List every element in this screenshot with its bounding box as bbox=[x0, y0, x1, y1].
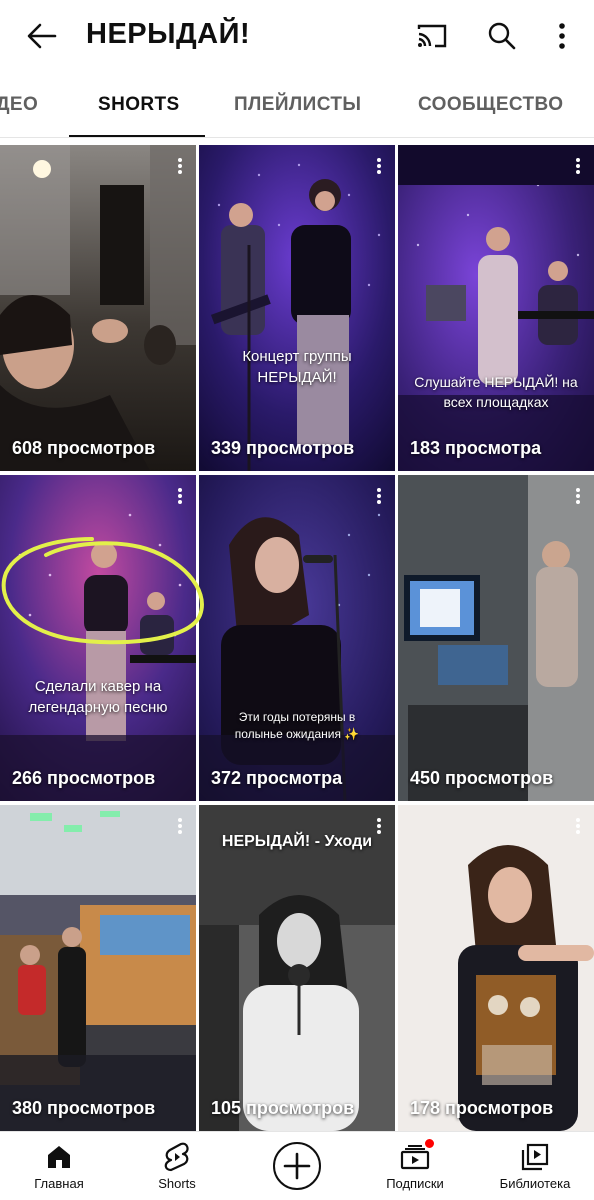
more-options-icon[interactable] bbox=[172, 815, 188, 837]
short-caption: НЕРЫДАЙ! - Уходи bbox=[221, 833, 373, 850]
nav-home-label: Главная bbox=[34, 1176, 84, 1191]
tab-community[interactable]: СООБЩЕСТВО bbox=[418, 94, 563, 116]
short-item[interactable]: Сделали кавер на легендарную песню 266 п… bbox=[0, 475, 196, 801]
arrow-left-icon bbox=[27, 23, 57, 49]
shorts-grid: 608 просмотров Концерт группы НЕРЫДАЙ! 3… bbox=[0, 145, 594, 1131]
more-options-icon[interactable] bbox=[371, 485, 387, 507]
short-thumbnail bbox=[199, 145, 395, 471]
short-item[interactable]: 608 просмотров bbox=[0, 145, 196, 471]
active-tab-indicator bbox=[69, 135, 205, 137]
short-caption: Слушайте НЕРЫДАЙ! на всех площадках bbox=[414, 374, 578, 410]
shorts-icon bbox=[164, 1142, 189, 1172]
short-caption: Эти годы потеряны в полынье ожидания ✨ bbox=[234, 710, 360, 741]
home-icon bbox=[48, 1146, 70, 1168]
more-vertical-icon bbox=[559, 23, 565, 49]
search-button[interactable] bbox=[482, 16, 522, 56]
view-count: 450 просмотров bbox=[410, 768, 554, 788]
nav-library[interactable]: Библиотека bbox=[476, 1132, 594, 1200]
notification-dot bbox=[424, 1138, 435, 1149]
short-thumbnail bbox=[398, 145, 594, 471]
short-item[interactable]: 178 просмотров bbox=[398, 805, 594, 1131]
view-count: 380 просмотров bbox=[12, 1098, 156, 1118]
short-item[interactable]: 450 просмотров bbox=[398, 475, 594, 801]
app-header: НЕРЫДАЙ! bbox=[0, 0, 594, 72]
short-item[interactable]: Слушайте НЕРЫДАЙ! на всех площадках 183 … bbox=[398, 145, 594, 471]
short-item[interactable]: Эти годы потеряны в полынье ожидания ✨ 3… bbox=[199, 475, 395, 801]
view-count: 178 просмотров bbox=[410, 1098, 554, 1118]
nav-home[interactable]: Главная bbox=[0, 1132, 118, 1200]
view-count: 608 просмотров bbox=[12, 438, 156, 458]
more-button[interactable] bbox=[544, 16, 580, 56]
short-thumbnail bbox=[199, 805, 395, 1131]
view-count: 266 просмотров bbox=[12, 768, 156, 788]
short-item[interactable]: 380 просмотров bbox=[0, 805, 196, 1131]
tab-shorts[interactable]: SHORTS bbox=[98, 94, 180, 116]
nav-shorts[interactable]: Shorts bbox=[118, 1132, 236, 1200]
view-count: 339 просмотров bbox=[211, 438, 355, 458]
tab-playlists[interactable]: ПЛЕЙЛИСТЫ bbox=[234, 94, 361, 116]
view-count: 105 просмотров bbox=[211, 1098, 355, 1118]
more-options-icon[interactable] bbox=[570, 485, 586, 507]
more-options-icon[interactable] bbox=[371, 155, 387, 177]
short-item[interactable]: НЕРЫДАЙ! - Уходи 105 просмотров bbox=[199, 805, 395, 1131]
short-item[interactable]: Концерт группы НЕРЫДАЙ! 339 просмотров bbox=[199, 145, 395, 471]
library-icon bbox=[521, 1143, 549, 1171]
cast-button[interactable] bbox=[412, 16, 452, 56]
short-thumbnail bbox=[0, 805, 196, 1131]
short-thumbnail bbox=[398, 475, 594, 801]
nav-shorts-label: Shorts bbox=[158, 1176, 196, 1191]
short-thumbnail bbox=[0, 475, 196, 801]
more-options-icon[interactable] bbox=[570, 155, 586, 177]
create-button[interactable] bbox=[273, 1142, 321, 1190]
back-button[interactable] bbox=[22, 16, 62, 56]
more-options-icon[interactable] bbox=[570, 815, 586, 837]
short-caption: Сделали кавер на легендарную песню bbox=[28, 678, 168, 716]
bottom-navigation: Главная Shorts Подписки Библиотека bbox=[0, 1131, 594, 1200]
short-caption: Концерт группы НЕРЫДАЙ! bbox=[242, 348, 352, 386]
channel-title: НЕРЫДАЙ! bbox=[86, 18, 251, 50]
short-thumbnail bbox=[0, 145, 196, 471]
more-options-icon[interactable] bbox=[172, 485, 188, 507]
cast-icon bbox=[417, 24, 447, 48]
short-thumbnail bbox=[199, 475, 395, 801]
plus-icon bbox=[283, 1152, 311, 1180]
view-count: 183 просмотра bbox=[410, 438, 542, 458]
view-count: 372 просмотра bbox=[211, 768, 343, 788]
channel-tabs: ДЕО SHORTS ПЛЕЙЛИСТЫ СООБЩЕСТВО bbox=[0, 72, 594, 138]
more-options-icon[interactable] bbox=[172, 155, 188, 177]
search-icon bbox=[488, 22, 516, 50]
tab-videos[interactable]: ДЕО bbox=[0, 94, 38, 116]
short-thumbnail bbox=[398, 805, 594, 1131]
nav-subscriptions-label: Подписки bbox=[386, 1176, 444, 1191]
nav-subscriptions[interactable]: Подписки bbox=[356, 1132, 474, 1200]
nav-library-label: Библиотека bbox=[499, 1176, 571, 1191]
